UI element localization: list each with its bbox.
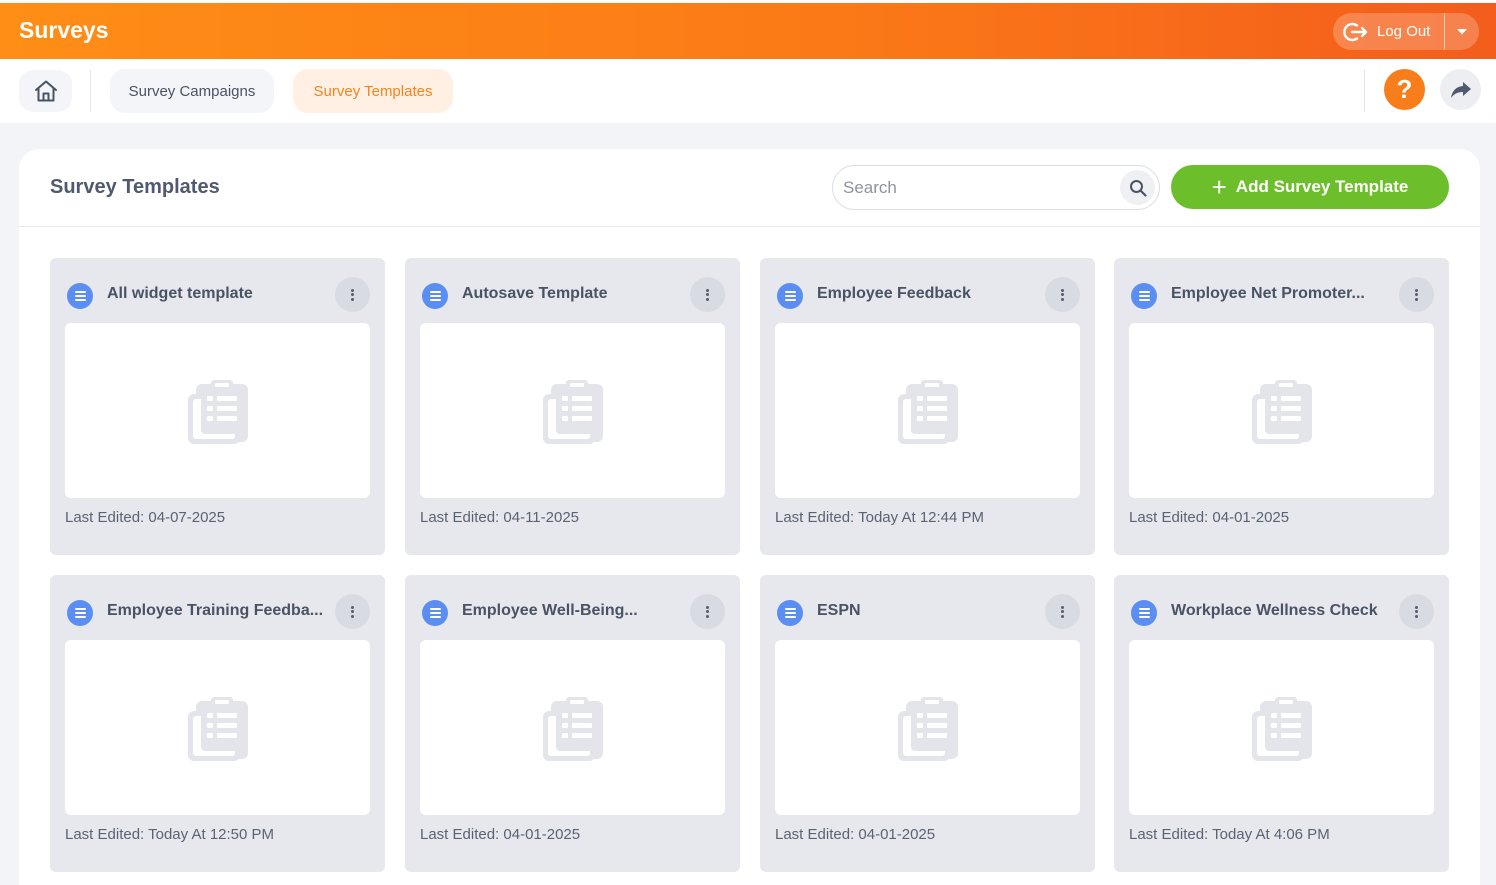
logout-label: Log Out — [1377, 23, 1431, 40]
template-card[interactable]: All widget template Last Edited: 04-07-2… — [50, 258, 385, 555]
template-last-edited: Last Edited: 04-11-2025 — [420, 509, 580, 526]
survey-doc-icon — [67, 600, 93, 626]
help-button[interactable]: ? — [1384, 69, 1425, 110]
logout-icon — [1343, 21, 1369, 43]
card-menu-button[interactable] — [690, 594, 725, 629]
nav-divider — [90, 70, 91, 112]
clipboard-list-icon — [187, 379, 248, 444]
home-button[interactable] — [19, 70, 72, 112]
survey-doc-icon — [67, 283, 93, 309]
share-icon — [1450, 81, 1471, 98]
card-menu-button[interactable] — [690, 277, 725, 312]
more-vertical-icon — [1061, 287, 1064, 302]
survey-doc-icon — [1131, 600, 1157, 626]
template-card[interactable]: ESPN Last Edited: 04-01-2025 — [760, 575, 1095, 872]
more-vertical-icon — [1415, 287, 1418, 302]
template-title: All widget template — [107, 285, 253, 302]
search-icon — [1129, 179, 1147, 197]
template-last-edited: Last Edited: 04-01-2025 — [420, 826, 581, 843]
template-preview — [1129, 323, 1434, 498]
add-survey-template-button[interactable]: + Add Survey Template — [1171, 165, 1449, 209]
template-preview — [420, 640, 725, 815]
clipboard-list-icon — [1251, 379, 1312, 444]
template-last-edited: Last Edited: 04-07-2025 — [65, 509, 226, 526]
share-button[interactable] — [1440, 69, 1481, 110]
page-title: Survey Templates — [50, 176, 220, 198]
app-title: Surveys — [19, 17, 109, 43]
template-title: Employee Net Promoter... — [1171, 285, 1365, 302]
survey-doc-icon — [1131, 283, 1157, 309]
more-vertical-icon — [351, 287, 354, 302]
clipboard-list-icon — [187, 696, 248, 761]
search-box — [832, 165, 1160, 210]
plus-icon: + — [1211, 172, 1227, 202]
template-last-edited: Last Edited: Today At 4:06 PM — [1129, 826, 1330, 843]
template-title: Employee Training Feedba... — [107, 602, 324, 619]
card-menu-button[interactable] — [1045, 594, 1080, 629]
template-card[interactable]: Workplace Wellness Check Last Edited: To… — [1114, 575, 1449, 872]
nav-bar: Survey Campaigns Survey Templates ? — [0, 59, 1496, 123]
more-vertical-icon — [1061, 604, 1064, 619]
card-menu-button[interactable] — [335, 277, 370, 312]
template-title: ESPN — [817, 602, 861, 619]
more-vertical-icon — [1415, 604, 1418, 619]
template-card[interactable]: Employee Training Feedba... Last Edited:… — [50, 575, 385, 872]
survey-doc-icon — [777, 600, 803, 626]
clipboard-list-icon — [542, 696, 603, 761]
survey-doc-icon — [422, 283, 448, 309]
main-panel: Survey Templates + Add Survey Template A… — [19, 149, 1480, 885]
help-icon: ? — [1396, 74, 1413, 104]
nav-divider — [1364, 70, 1365, 112]
tab-survey-templates[interactable]: Survey Templates — [293, 69, 453, 113]
template-title: Employee Well-Being... — [462, 602, 638, 619]
template-last-edited: Last Edited: 04-01-2025 — [775, 826, 936, 843]
card-menu-button[interactable] — [1399, 277, 1434, 312]
more-vertical-icon — [706, 604, 709, 619]
template-preview — [65, 640, 370, 815]
logout-button[interactable]: Log Out — [1333, 13, 1444, 50]
logout-group: Log Out — [1333, 13, 1479, 50]
template-card[interactable]: Employee Net Promoter... Last Edited: 04… — [1114, 258, 1449, 555]
template-last-edited: Last Edited: Today At 12:44 PM — [775, 509, 985, 526]
template-title: Autosave Template — [462, 285, 608, 302]
add-button-label: Add Survey Template — [1235, 177, 1409, 196]
template-title: Employee Feedback — [817, 285, 971, 302]
template-title: Workplace Wellness Check — [1171, 602, 1378, 619]
search-button[interactable] — [1120, 170, 1155, 205]
template-last-edited: Last Edited: 04-01-2025 — [1129, 509, 1290, 526]
template-preview — [1129, 640, 1434, 815]
clipboard-list-icon — [1251, 696, 1312, 761]
tab-survey-campaigns[interactable]: Survey Campaigns — [110, 69, 274, 113]
clipboard-list-icon — [897, 696, 958, 761]
card-menu-button[interactable] — [1399, 594, 1434, 629]
template-preview — [65, 323, 370, 498]
more-vertical-icon — [706, 287, 709, 302]
template-preview — [775, 640, 1080, 815]
survey-doc-icon — [777, 283, 803, 309]
clipboard-list-icon — [542, 379, 603, 444]
app-header: Surveys Log Out — [0, 3, 1496, 59]
template-preview — [775, 323, 1080, 498]
template-last-edited: Last Edited: Today At 12:50 PM — [65, 826, 275, 843]
clipboard-list-icon — [897, 379, 958, 444]
logout-menu-toggle[interactable] — [1445, 13, 1479, 50]
template-card[interactable]: Employee Well-Being... Last Edited: 04-0… — [405, 575, 740, 872]
home-icon — [34, 80, 57, 102]
search-input[interactable] — [843, 174, 1113, 202]
more-vertical-icon — [351, 604, 354, 619]
template-preview — [420, 323, 725, 498]
template-card[interactable]: Employee Feedback Last Edited: Today At … — [760, 258, 1095, 555]
card-menu-button[interactable] — [335, 594, 370, 629]
survey-doc-icon — [422, 600, 448, 626]
caret-down-icon — [1457, 28, 1467, 34]
template-card[interactable]: Autosave Template Last Edited: 04-11-202… — [405, 258, 740, 555]
panel-header: Survey Templates + Add Survey Template — [19, 149, 1480, 227]
card-menu-button[interactable] — [1045, 277, 1080, 312]
